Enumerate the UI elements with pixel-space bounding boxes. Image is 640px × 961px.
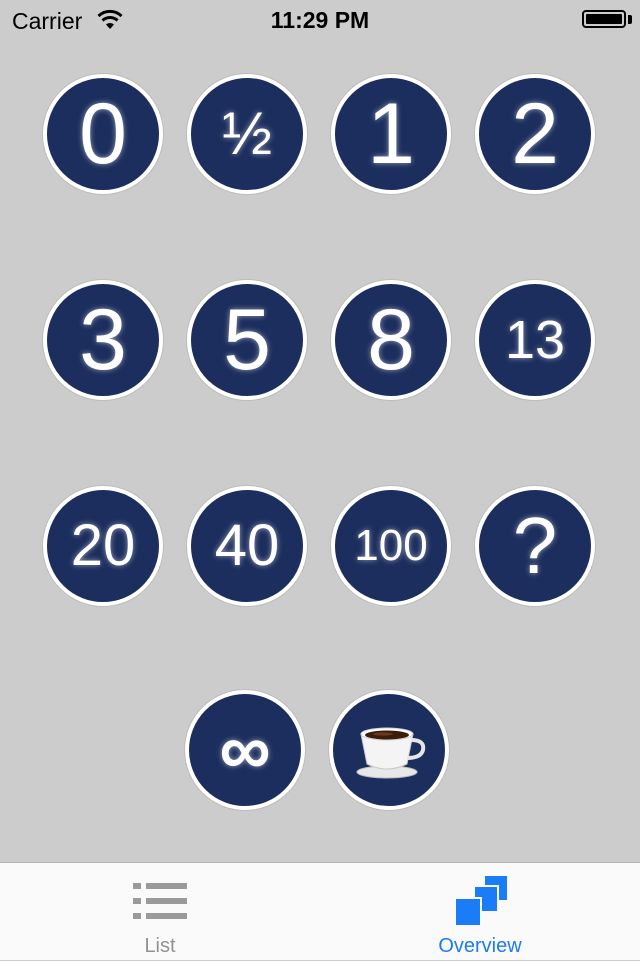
card-100[interactable]: 100 xyxy=(331,486,451,606)
coffee-cup-icon xyxy=(356,727,426,779)
overview-stack-icon xyxy=(454,876,507,927)
card-value: 1 xyxy=(367,86,415,182)
card-3[interactable]: 3 xyxy=(43,280,163,400)
card-value: ? xyxy=(512,501,558,590)
tab-overview-label: Overview xyxy=(438,935,522,957)
card-coffee[interactable] xyxy=(329,690,449,810)
battery-cap xyxy=(628,15,632,24)
card-value: 2 xyxy=(511,86,559,182)
card-0[interactable]: 0 xyxy=(43,74,163,194)
card-value: 100 xyxy=(354,521,428,570)
tab-list[interactable]: List xyxy=(0,863,320,961)
list-icon xyxy=(133,883,187,919)
status-time: 11:29 PM xyxy=(270,7,370,33)
card-20[interactable]: 20 xyxy=(43,486,163,606)
card-infinity[interactable]: ∞ xyxy=(185,690,305,810)
card-13[interactable]: 13 xyxy=(475,280,595,400)
card-5[interactable]: 5 xyxy=(187,280,307,400)
tab-overview[interactable]: Overview xyxy=(320,863,640,961)
card-value: 3 xyxy=(79,292,127,388)
card-value: ½ xyxy=(221,100,273,167)
card-value: 0 xyxy=(79,86,127,182)
card-value: 13 xyxy=(504,310,566,370)
card-half[interactable]: ½ xyxy=(187,74,307,194)
tab-list-label: List xyxy=(144,935,176,957)
card-value: 40 xyxy=(214,513,280,578)
card-value: 5 xyxy=(223,292,271,388)
card-value: 8 xyxy=(367,292,415,388)
card-40[interactable]: 40 xyxy=(187,486,307,606)
card-2[interactable]: 2 xyxy=(475,74,595,194)
status-bar: Carrier 11:29 PM xyxy=(0,0,640,40)
tab-bar: List Overview xyxy=(0,862,640,960)
battery-icon xyxy=(582,10,626,28)
card-8[interactable]: 8 xyxy=(331,280,451,400)
card-1[interactable]: 1 xyxy=(331,74,451,194)
card-value: ∞ xyxy=(219,710,271,790)
card-question[interactable]: ? xyxy=(475,486,595,606)
card-value: 20 xyxy=(70,513,136,578)
